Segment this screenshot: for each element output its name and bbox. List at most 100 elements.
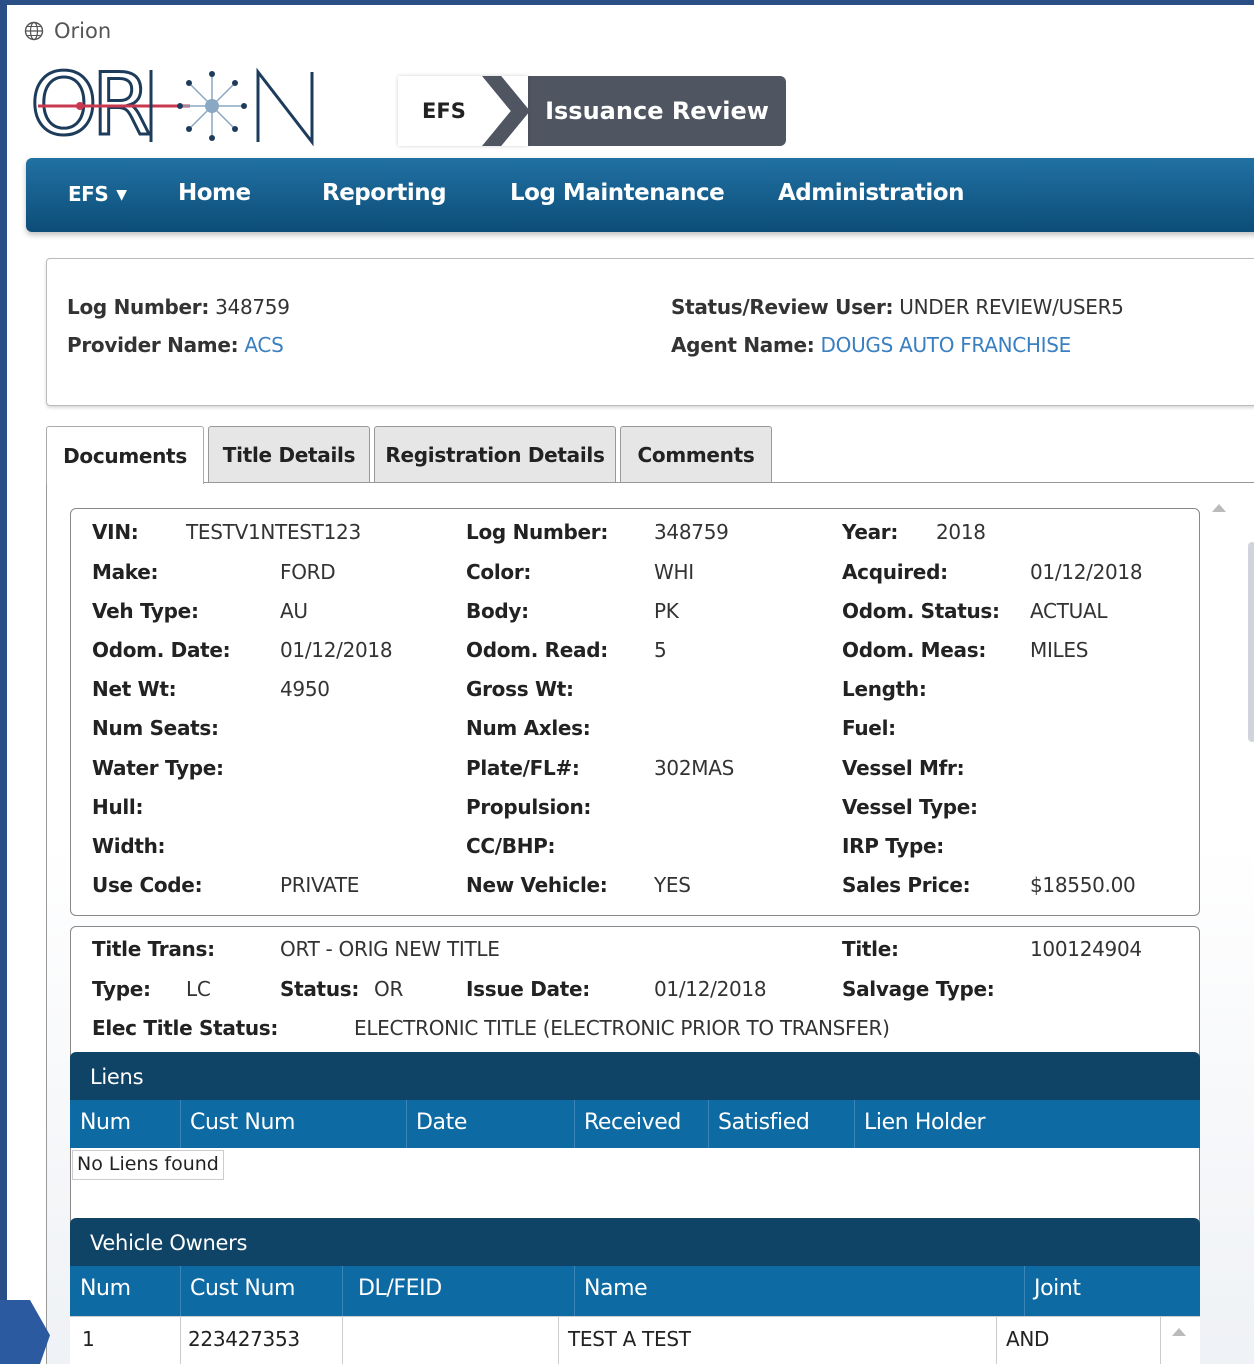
gross-wt-label: Gross Wt:: [466, 677, 574, 701]
sales-price-value: $18550.00: [1030, 873, 1136, 897]
log-header-panel: Log Number: 348759 Provider Name: ACS St…: [46, 258, 1254, 406]
breadcrumb: EFS Issuance Review: [398, 76, 786, 146]
app-globe-icon: [24, 21, 44, 41]
nav-efs-dropdown[interactable]: EFS ▼: [68, 182, 127, 206]
tab-registration-details[interactable]: Registration Details: [374, 426, 616, 482]
window-frame-top: [0, 0, 1254, 5]
liens-col-cust-num[interactable]: Cust Num: [190, 1110, 295, 1135]
title-number-value: 100124904: [1030, 937, 1142, 961]
plate-label: Plate/FL#:: [466, 756, 580, 780]
log-number-value: 348759: [215, 295, 290, 319]
length-label: Length:: [842, 677, 927, 701]
odom-date-value: 01/12/2018: [280, 638, 393, 662]
veh-type-value: AU: [280, 599, 308, 623]
make-value: FORD: [280, 560, 336, 584]
irp-type-label: IRP Type:: [842, 834, 944, 858]
num-seats-label: Num Seats:: [92, 716, 219, 740]
body-value: PK: [654, 599, 679, 623]
odom-status-label: Odom. Status:: [842, 599, 1000, 623]
nav-home[interactable]: Home: [178, 180, 251, 206]
salvage-type-label: Salvage Type:: [842, 977, 995, 1001]
tab-comments[interactable]: Comments: [620, 426, 772, 482]
color-value: WHI: [654, 560, 694, 584]
elec-title-status-label: Elec Title Status:: [92, 1016, 279, 1040]
liens-column-header: Num Cust Num Date Received Satisfied Lie…: [70, 1100, 1200, 1148]
scroll-thumb[interactable]: [1248, 542, 1254, 742]
sales-price-label: Sales Price:: [842, 873, 971, 897]
width-label: Width:: [92, 834, 166, 858]
owners-col-joint[interactable]: Joint: [1034, 1276, 1081, 1301]
new-vehicle-label: New Vehicle:: [466, 873, 608, 897]
elec-title-status-value: ELECTRONIC TITLE (ELECTRONIC PRIOR TO TR…: [354, 1016, 890, 1040]
owner-name: TEST A TEST: [568, 1327, 691, 1351]
liens-section-header: Liens: [70, 1052, 1200, 1102]
agent-name-field: Agent Name: DOUGS AUTO FRANCHISE: [671, 333, 1071, 357]
agent-name-label: Agent Name:: [671, 333, 815, 357]
liens-col-satisfied[interactable]: Satisfied: [718, 1110, 810, 1135]
odom-read-value: 5: [654, 638, 667, 662]
body-label: Body:: [466, 599, 529, 623]
odom-date-label: Odom. Date:: [92, 638, 231, 662]
odom-meas-value: MILES: [1030, 638, 1089, 662]
breadcrumb-current: Issuance Review: [488, 76, 786, 146]
owners-col-name[interactable]: Name: [584, 1276, 648, 1301]
odom-read-label: Odom. Read:: [466, 638, 608, 662]
panel-scrollbar[interactable]: [1200, 498, 1254, 1364]
odom-status-value: ACTUAL: [1030, 599, 1108, 623]
owners-section-header: Vehicle Owners: [70, 1218, 1200, 1268]
fuel-label: Fuel:: [842, 716, 896, 740]
cc-bhp-label: CC/BHP:: [466, 834, 556, 858]
net-wt-label: Net Wt:: [92, 677, 177, 701]
tab-documents[interactable]: Documents: [46, 426, 204, 484]
water-type-label: Water Type:: [92, 756, 224, 780]
provider-name-link[interactable]: ACS: [244, 333, 283, 357]
window-titlebar: Orion: [24, 18, 111, 44]
color-label: Color:: [466, 560, 532, 584]
plate-value: 302MAS: [654, 756, 735, 780]
owners-table-row[interactable]: 1 223427353 TEST A TEST AND: [70, 1316, 1200, 1364]
nav-administration[interactable]: Administration: [778, 180, 964, 206]
owner-num: 1: [82, 1327, 95, 1351]
liens-empty-message: No Liens found: [72, 1150, 224, 1180]
nav-log-maintenance[interactable]: Log Maintenance: [510, 180, 725, 206]
provider-name-field: Provider Name: ACS: [67, 333, 284, 357]
title-number-label: Title:: [842, 937, 899, 961]
title-status-label: Status:: [280, 977, 360, 1001]
acquired-label: Acquired:: [842, 560, 948, 584]
owners-col-num[interactable]: Num: [80, 1276, 131, 1301]
status-review-user-field: Status/Review User: UNDER REVIEW/USER5: [671, 295, 1124, 319]
liens-col-received[interactable]: Received: [584, 1110, 681, 1135]
net-wt-value: 4950: [280, 677, 330, 701]
agent-name-link[interactable]: DOUGS AUTO FRANCHISE: [821, 333, 1072, 357]
nav-efs-label: EFS: [68, 182, 109, 206]
owner-joint: AND: [1006, 1327, 1050, 1351]
acquired-value: 01/12/2018: [1030, 560, 1143, 584]
odom-meas-label: Odom. Meas:: [842, 638, 987, 662]
liens-col-num[interactable]: Num: [80, 1110, 131, 1135]
title-type-label: Type:: [92, 977, 151, 1001]
vessel-mfr-label: Vessel Mfr:: [842, 756, 965, 780]
caret-down-icon: ▼: [116, 187, 127, 203]
status-review-user-label: Status/Review User:: [671, 295, 894, 319]
vin-value: TESTV1NTEST123: [186, 520, 361, 544]
status-review-user-value: UNDER REVIEW/USER5: [899, 295, 1124, 319]
tab-title-details[interactable]: Title Details: [208, 426, 370, 482]
owners-column-header: Num Cust Num DL/FEID Name Joint: [70, 1266, 1200, 1316]
liens-col-date[interactable]: Date: [416, 1110, 467, 1135]
title-type-value: LC: [186, 977, 211, 1001]
year-label: Year:: [842, 520, 899, 544]
owner-cust-num: 223427353: [188, 1327, 300, 1351]
vehicle-log-number-label: Log Number:: [466, 520, 609, 544]
vessel-type-label: Vessel Type:: [842, 795, 978, 819]
use-code-label: Use Code:: [92, 873, 203, 897]
nav-reporting[interactable]: Reporting: [322, 180, 447, 206]
owners-col-dl-feid[interactable]: DL/FEID: [358, 1276, 442, 1301]
scroll-up-icon[interactable]: [1212, 504, 1226, 512]
owners-scroll-up-icon[interactable]: [1172, 1328, 1186, 1336]
liens-col-lien-holder[interactable]: Lien Holder: [864, 1110, 986, 1135]
owners-col-cust-num[interactable]: Cust Num: [190, 1276, 295, 1301]
vehicle-log-number-value: 348759: [654, 520, 729, 544]
title-trans-label: Title Trans:: [92, 937, 215, 961]
num-axles-label: Num Axles:: [466, 716, 591, 740]
hull-label: Hull:: [92, 795, 144, 819]
